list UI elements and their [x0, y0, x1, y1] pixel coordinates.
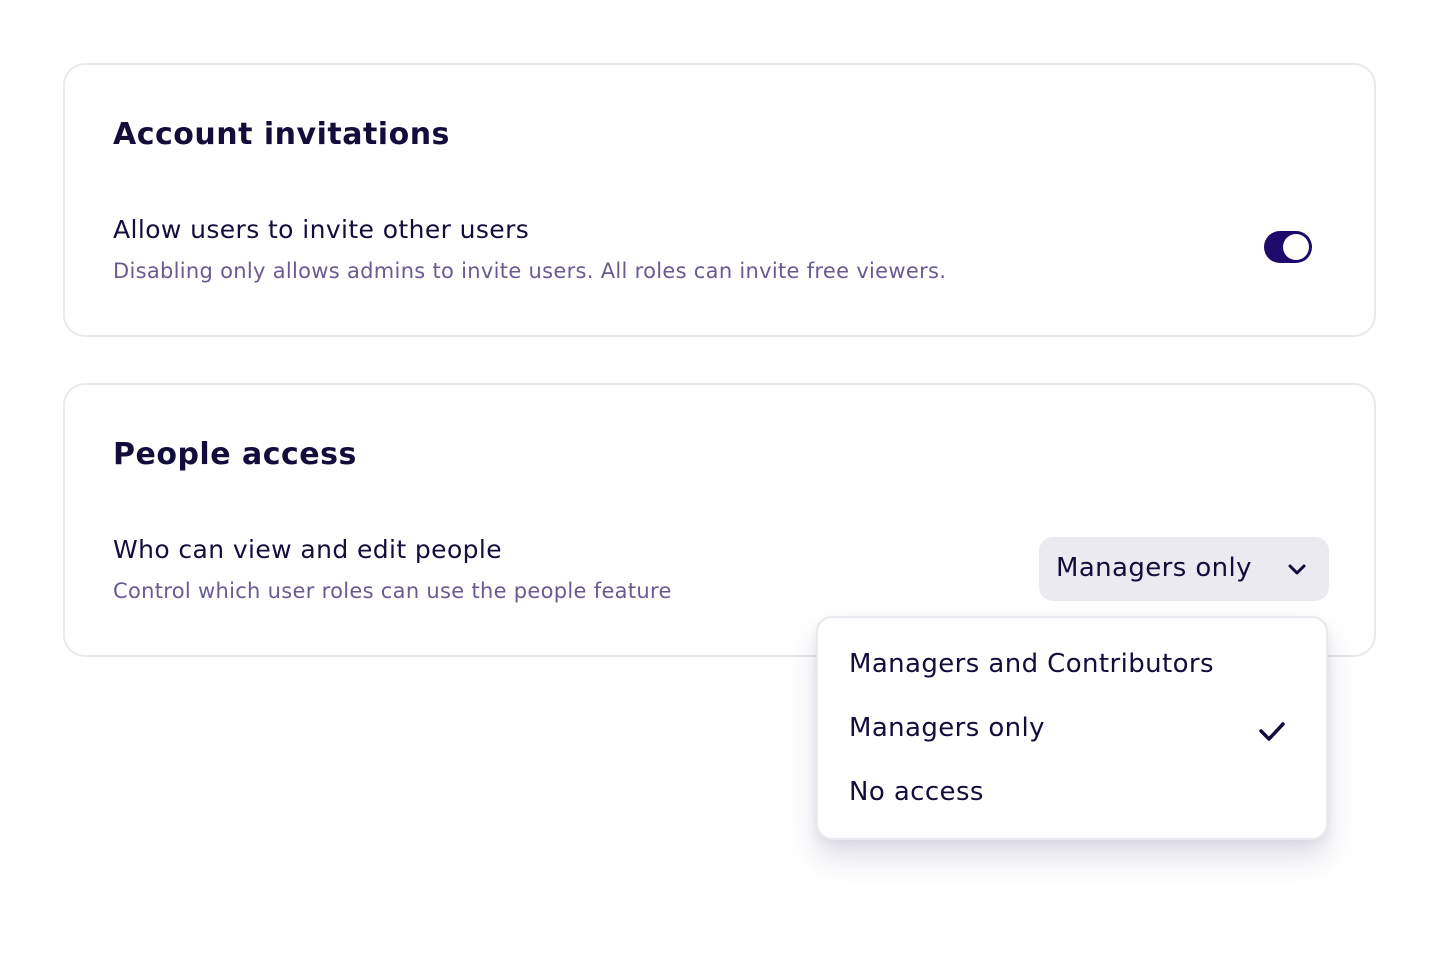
people-access-label: Who can view and edit people: [113, 535, 503, 564]
people-access-title: People access: [113, 437, 357, 472]
account-invitations-title: Account invitations: [113, 117, 450, 152]
menu-item-no-access[interactable]: No access: [818, 762, 1326, 826]
select-value: Managers only: [1056, 553, 1252, 583]
settings-page: Account invitations Allow users to invit…: [0, 0, 1440, 960]
menu-item-label: Managers and Contributors: [849, 649, 1214, 679]
menu-item-managers-only[interactable]: Managers only: [818, 698, 1326, 762]
people-access-dropdown-menu: Managers and Contributors Managers only …: [816, 616, 1328, 840]
chevron-down-icon: [1288, 564, 1306, 575]
account-invitations-card: Account invitations Allow users to invit…: [63, 63, 1376, 337]
people-access-select[interactable]: Managers only: [1039, 537, 1329, 601]
toggle-knob: [1283, 234, 1309, 260]
invite-users-toggle[interactable]: [1264, 231, 1312, 263]
invite-users-description: Disabling only allows admins to invite u…: [113, 259, 947, 283]
check-icon: [1259, 722, 1285, 741]
menu-item-managers-and-contributors[interactable]: Managers and Contributors: [818, 634, 1326, 698]
invite-users-label: Allow users to invite other users: [113, 215, 530, 244]
menu-item-label: Managers only: [849, 713, 1045, 743]
menu-item-label: No access: [849, 777, 984, 807]
people-access-description: Control which user roles can use the peo…: [113, 579, 672, 603]
